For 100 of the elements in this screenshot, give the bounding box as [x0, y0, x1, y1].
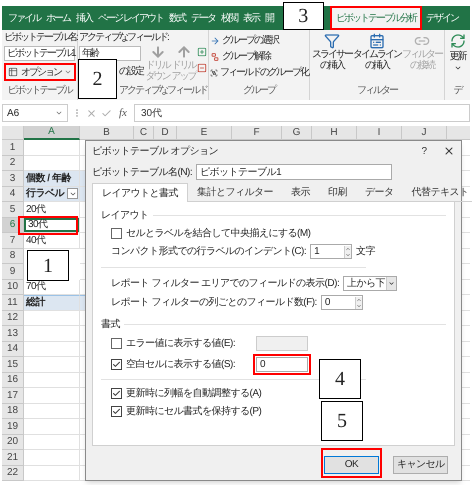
dialog-button[interactable]: キャンセル	[393, 456, 448, 474]
filter-button[interactable]	[67, 188, 78, 200]
checkbox[interactable]	[111, 388, 122, 398]
column-header[interactable]: F	[232, 126, 282, 140]
row-number[interactable]: 8	[2, 248, 24, 264]
active-field-input[interactable]: 年齢	[79, 46, 141, 61]
checkbox[interactable]	[111, 406, 122, 416]
row-number[interactable]: 3	[2, 171, 24, 186]
spin-down-icon[interactable]	[345, 252, 352, 258]
column-header[interactable]: A	[24, 126, 80, 140]
ribbon-tab[interactable]: 開	[262, 6, 275, 30]
table-cell[interactable]	[24, 342, 80, 357]
table-cell[interactable]	[24, 450, 80, 466]
spin-up-icon[interactable]	[356, 296, 362, 302]
row-number[interactable]: 11	[2, 295, 24, 310]
ribbon-tab[interactable]: データ	[188, 6, 217, 30]
table-cell[interactable]: 個数 / 年齢	[24, 171, 79, 186]
ribbon-tab[interactable]: 校閲	[218, 6, 239, 30]
ribbon-button[interactable]: グループの選択	[210, 33, 308, 48]
options-button[interactable]: オプション	[4, 63, 76, 81]
ribbon-button[interactable]: スライサーの挿入	[312, 33, 352, 71]
ribbon-tab[interactable]: ファイル	[6, 6, 42, 30]
table-cell[interactable]	[24, 310, 80, 326]
row-number[interactable]: 14	[2, 342, 24, 357]
checkbox[interactable]	[111, 228, 122, 238]
table-cell[interactable]	[24, 326, 80, 342]
row-number[interactable]: 19	[2, 419, 24, 434]
row-number[interactable]: 7	[2, 233, 24, 248]
table-cell[interactable]: 40代	[24, 233, 79, 248]
confirm-icon[interactable]	[101, 108, 112, 118]
empty-value-field[interactable]: 0	[256, 357, 308, 372]
row-number[interactable]: 17	[2, 388, 24, 404]
select-all-button[interactable]	[2, 126, 24, 140]
row-number[interactable]: 4	[2, 186, 24, 202]
ribbon-tab[interactable]: 表示	[240, 6, 261, 30]
spin-up-icon[interactable]	[345, 246, 352, 252]
row-number[interactable]: 1	[2, 140, 24, 156]
cancel-icon[interactable]	[86, 108, 97, 118]
ribbon-tab[interactable]: ホーム	[44, 6, 72, 30]
checkbox[interactable]	[111, 359, 122, 370]
column-header[interactable]	[447, 126, 470, 140]
table-cell[interactable]	[24, 434, 80, 450]
caret-icon	[388, 280, 396, 287]
row-number[interactable]: 5	[2, 202, 24, 218]
row-number[interactable]: 18	[2, 404, 24, 419]
dialog-tab[interactable]: レイアウトと書式	[92, 183, 188, 202]
table-cell[interactable]	[24, 388, 80, 404]
ribbon-button[interactable]: タイムラインの挿入	[352, 33, 402, 71]
column-header[interactable]: G	[282, 126, 312, 140]
column-header[interactable]: B	[80, 126, 134, 140]
row-number[interactable]: 12	[2, 310, 24, 326]
row-number[interactable]: 16	[2, 372, 24, 388]
ribbon-tab[interactable]: 挿入	[74, 6, 94, 30]
column-header[interactable]: D	[154, 126, 177, 140]
column-header[interactable]: C	[134, 126, 154, 140]
table-cell[interactable]	[24, 404, 80, 419]
column-header[interactable]: H	[312, 126, 357, 140]
table-cell[interactable]	[24, 419, 80, 434]
table-cell[interactable]: 総計	[24, 296, 79, 310]
ribbon-tab[interactable]: デザイン	[424, 6, 460, 30]
pivot-name-field[interactable]: ピボットテーブル1	[4, 46, 75, 61]
formula-field[interactable]: 30代	[134, 104, 470, 122]
row-number[interactable]: 21	[2, 450, 24, 466]
collapse-icon[interactable]	[197, 63, 207, 73]
expand-icon[interactable]	[197, 47, 207, 57]
row-number[interactable]: 9	[2, 264, 24, 280]
column-header[interactable]: E	[177, 126, 232, 140]
column-header[interactable]: I	[357, 126, 402, 140]
spin-field[interactable]: 1	[310, 244, 352, 259]
ribbon-button[interactable]: フィールドのグループ化	[210, 65, 308, 80]
table-cell[interactable]	[24, 140, 80, 156]
spin-field[interactable]: 0	[320, 295, 363, 310]
row-number[interactable]: 13	[2, 326, 24, 342]
name-box[interactable]: A6	[2, 104, 68, 122]
close-icon[interactable]	[443, 145, 455, 157]
field-settings-button[interactable]: の設定	[119, 66, 143, 78]
ribbon-tab[interactable]: 数式	[166, 6, 187, 30]
table-cell[interactable]	[24, 357, 80, 372]
table-cell[interactable]: 20代	[24, 202, 79, 216]
table-cell[interactable]: 70代	[24, 280, 79, 294]
table-cell[interactable]: 30代	[24, 218, 79, 232]
table-cell[interactable]	[24, 466, 80, 481]
row-number[interactable]: 15	[2, 357, 24, 372]
table-cell[interactable]	[24, 372, 80, 388]
ribbon-tab[interactable]: ページ レイアウト	[96, 6, 165, 30]
dialog-button[interactable]: OK	[324, 456, 379, 474]
ribbon-tab[interactable]: ピボットテーブル分析	[330, 6, 422, 30]
ribbon-button[interactable]: グループ解除	[210, 49, 308, 64]
spin-down-icon[interactable]	[356, 302, 362, 308]
row-number[interactable]: 10	[2, 280, 24, 295]
help-button[interactable]: ?	[421, 144, 427, 158]
row-number[interactable]: 20	[2, 434, 24, 450]
column-header[interactable]: J	[402, 126, 447, 140]
insert-function-button[interactable]: fx	[116, 104, 130, 122]
refresh-button[interactable]: 更新	[450, 33, 466, 72]
pivot-name-input[interactable]: ピボットテーブル1	[196, 164, 392, 180]
order-dropdown[interactable]: 上から下	[343, 276, 398, 291]
row-number[interactable]: 22	[2, 466, 24, 481]
row-number[interactable]: 2	[2, 156, 24, 171]
group-label: アクティブなフィールド	[119, 84, 207, 98]
